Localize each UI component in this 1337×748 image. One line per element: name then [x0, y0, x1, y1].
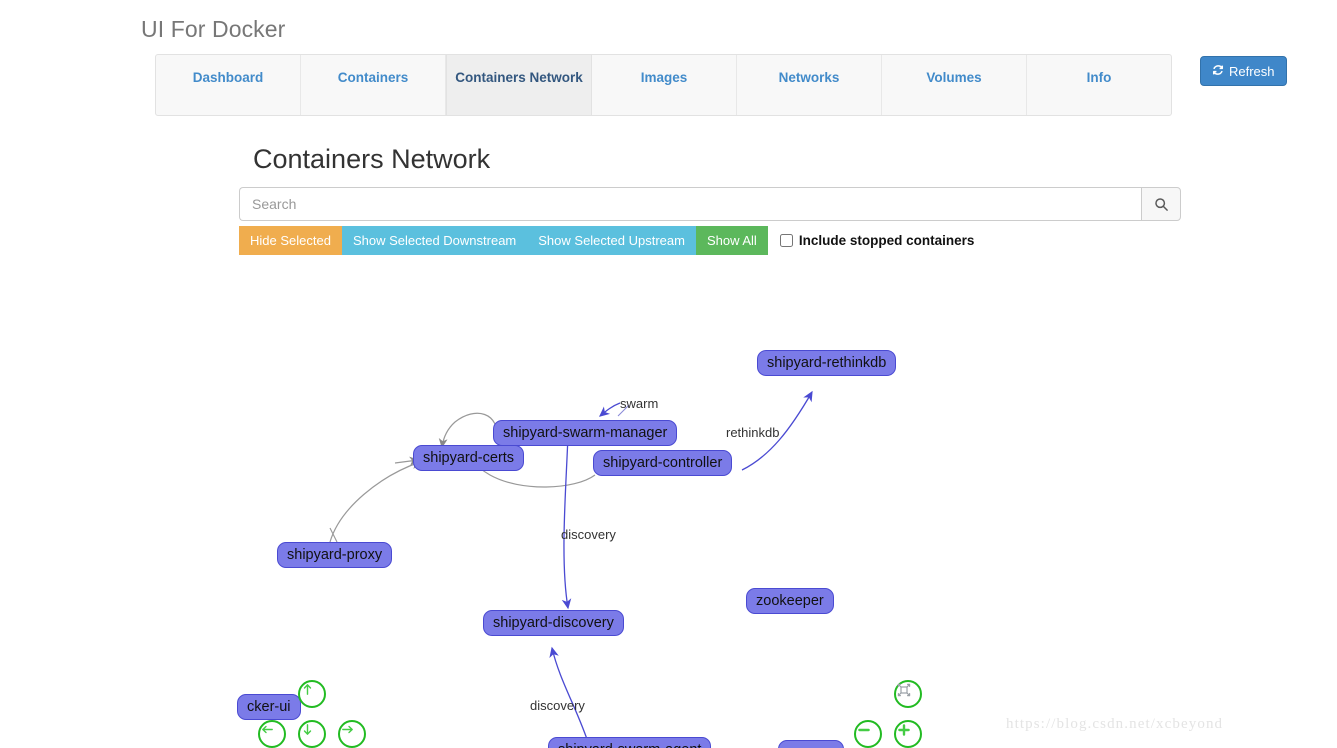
node-shipyard-controller[interactable]: shipyard-controller [593, 450, 732, 476]
zoom-in-button[interactable] [894, 720, 922, 748]
filter-actions-row: Hide Selected Show Selected Downstream S… [239, 226, 974, 255]
node-shipyard-certs[interactable]: shipyard-certs [413, 445, 524, 471]
node-zookeeper[interactable]: zookeeper [746, 588, 834, 614]
tab-containers-network[interactable]: Containers Network [446, 55, 592, 115]
zoom-out-button[interactable] [854, 720, 882, 748]
search-button[interactable] [1141, 187, 1181, 221]
include-stopped-containers-control[interactable]: Include stopped containers [780, 233, 975, 248]
page-title: Containers Network [253, 144, 490, 175]
containers-network-graph[interactable]: shipyard-rethinkdb shipyard-swarm-manage… [0, 270, 1337, 748]
pan-left-button[interactable] [258, 720, 286, 748]
page-root: UI For Docker Dashboard Containers Conta… [0, 0, 1337, 748]
pan-right-button[interactable] [338, 720, 366, 748]
hide-selected-button[interactable]: Hide Selected [239, 226, 342, 255]
node-partial[interactable] [778, 740, 844, 748]
node-shipyard-swarm-manager[interactable]: shipyard-swarm-manager [493, 420, 677, 446]
include-stopped-containers-checkbox[interactable] [780, 234, 793, 247]
tab-info[interactable]: Info [1027, 55, 1171, 115]
refresh-button[interactable]: Refresh [1200, 56, 1287, 86]
tab-images[interactable]: Images [592, 55, 737, 115]
edge-label-discovery-2: discovery [530, 698, 585, 713]
edge-label-rethinkdb: rethinkdb [726, 425, 779, 440]
node-shipyard-rethinkdb[interactable]: shipyard-rethinkdb [757, 350, 896, 376]
show-selected-upstream-button[interactable]: Show Selected Upstream [527, 226, 696, 255]
pan-down-button[interactable] [298, 720, 326, 748]
watermark-text: https://blog.csdn.net/xcbeyond [1006, 716, 1223, 733]
app-brand-title: UI For Docker [141, 16, 285, 43]
pan-up-button[interactable] [298, 680, 326, 708]
refresh-icon [1212, 64, 1224, 78]
edge-label-swarm: swarm [620, 396, 658, 411]
show-selected-downstream-button[interactable]: Show Selected Downstream [342, 226, 527, 255]
search-input[interactable] [239, 187, 1141, 221]
graph-edges [0, 270, 1337, 748]
main-nav-tabs: Dashboard Containers Containers Network … [155, 54, 1172, 116]
tab-containers[interactable]: Containers [301, 55, 446, 115]
tab-dashboard[interactable]: Dashboard [156, 55, 301, 115]
node-shipyard-swarm-agent[interactable]: shipyard-swarm-agent [548, 737, 711, 748]
search-group [239, 187, 1181, 221]
edge-label-discovery-1: discovery [561, 527, 616, 542]
node-docker-ui[interactable]: cker-ui [237, 694, 301, 720]
search-icon [1154, 197, 1169, 212]
node-shipyard-discovery[interactable]: shipyard-discovery [483, 610, 624, 636]
tab-networks[interactable]: Networks [737, 55, 882, 115]
node-shipyard-proxy[interactable]: shipyard-proxy [277, 542, 392, 568]
tab-volumes[interactable]: Volumes [882, 55, 1027, 115]
fit-to-screen-button[interactable] [894, 680, 922, 708]
refresh-label: Refresh [1229, 64, 1275, 79]
include-stopped-containers-label: Include stopped containers [799, 233, 975, 248]
show-all-button[interactable]: Show All [696, 226, 768, 255]
